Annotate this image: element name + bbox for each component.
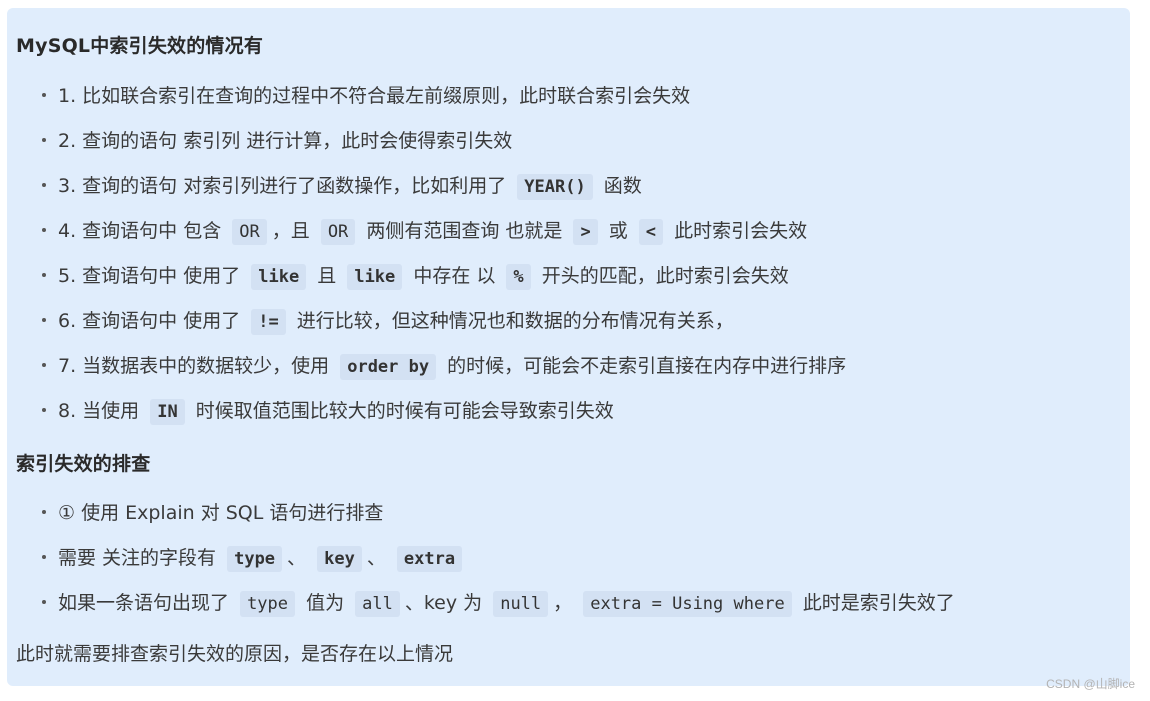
list-item: 3. 查询的语句 对索引列进行了函数操作，比如利用了 YEAR() 函数 bbox=[42, 171, 642, 200]
list-item: 需要 关注的字段有 type、 key、 extra bbox=[42, 543, 467, 572]
inline-code: < bbox=[638, 219, 664, 245]
bullet-icon bbox=[42, 182, 46, 187]
inline-code: extra = Using where bbox=[583, 591, 792, 617]
inline-code: null bbox=[493, 591, 549, 617]
list-item: 6. 查询语句中 使用了 != 进行比较，但这种情况也和数据的分布情况有关系， bbox=[42, 306, 734, 335]
bullet-icon bbox=[42, 362, 46, 367]
list-item: 7. 当数据表中的数据较少，使用 order by 的时候，可能会不走索引直接在… bbox=[42, 351, 846, 380]
bullet-icon bbox=[42, 137, 46, 142]
inline-code: order by bbox=[340, 354, 437, 380]
bullet-icon bbox=[42, 317, 46, 322]
bullet-icon bbox=[42, 407, 46, 412]
inline-code: all bbox=[355, 591, 400, 617]
bullet-icon bbox=[42, 92, 46, 97]
inline-code: % bbox=[506, 264, 531, 290]
footer-paragraph: 此时就需要排查索引失效的原因，是否存在以上情况 bbox=[16, 643, 454, 665]
inline-code: key bbox=[317, 546, 362, 572]
inline-code: like bbox=[347, 264, 403, 290]
list-item: ① 使用 Explain 对 SQL 语句进行排查 bbox=[42, 498, 383, 525]
inline-code: OR bbox=[320, 219, 356, 245]
list-item: 4. 查询语句中 包含 OR ，且 OR 两侧有范围查询 也就是 > 或 < 此时… bbox=[42, 216, 807, 245]
watermark: CSDN @山脚ice bbox=[1046, 677, 1135, 691]
list-item: 2. 查询的语句 索引列 进行计算，此时会使得索引失效 bbox=[42, 126, 512, 153]
content-panel bbox=[7, 8, 1130, 686]
inline-code: > bbox=[573, 219, 598, 245]
bullet-icon bbox=[42, 227, 46, 232]
inline-code: like bbox=[251, 264, 307, 290]
section-title-index-failure-cases: MySQL中索引失效的情况有 bbox=[16, 35, 264, 57]
bullet-icon bbox=[42, 272, 46, 277]
section-title-troubleshooting: 索引失效的排查 bbox=[16, 453, 151, 475]
bullet-icon bbox=[42, 599, 46, 604]
list-item: 1. 比如联合索引在查询的过程中不符合最左前缀原则，此时联合索引会失效 bbox=[42, 81, 690, 108]
bullet-icon bbox=[42, 554, 46, 559]
list-item: 8. 当使用 IN 时候取值范围比较大的时候有可能会导致索引失效 bbox=[42, 396, 614, 425]
list-item: 5. 查询语句中 使用了 like 且 like 中存在 以 % 开头的匹配，此… bbox=[42, 261, 789, 290]
inline-code: type bbox=[240, 591, 296, 617]
inline-code: YEAR() bbox=[517, 174, 593, 200]
inline-code: type bbox=[227, 546, 283, 572]
bullet-icon bbox=[42, 509, 46, 514]
inline-code: != bbox=[251, 309, 286, 335]
inline-code: OR bbox=[232, 219, 267, 245]
list-item: 如果一条语句出现了 type 值为 all 、key 为 null， extra … bbox=[42, 588, 955, 617]
inline-code: extra bbox=[396, 546, 463, 572]
inline-code: IN bbox=[150, 399, 185, 425]
